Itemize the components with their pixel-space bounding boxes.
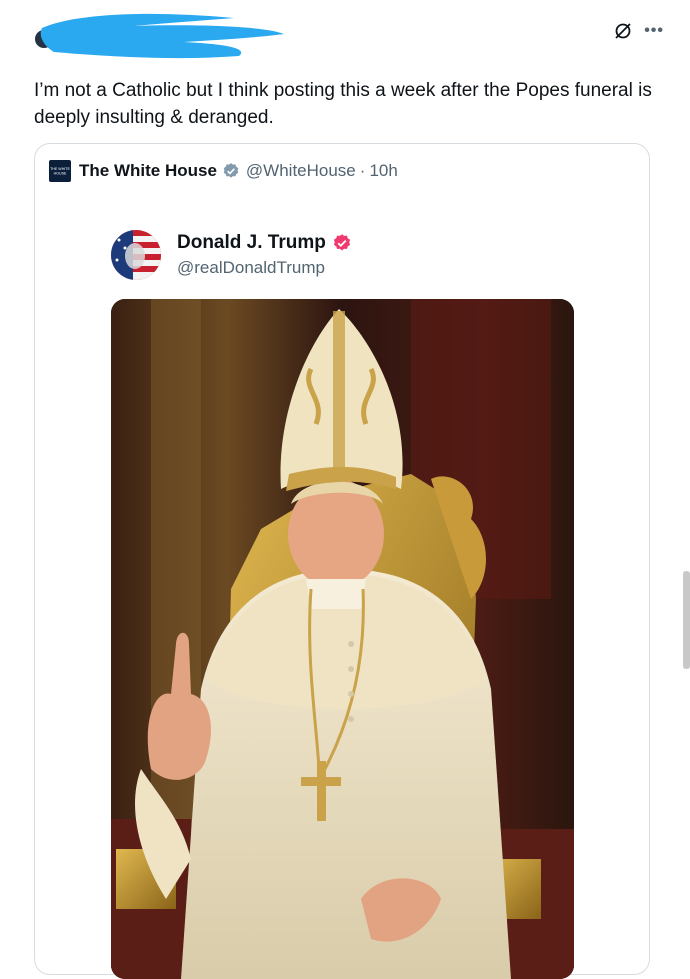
- embedded-author-row: Donald J. Trump @realDonaldTrump: [111, 230, 352, 280]
- tweet-actions: •••: [614, 22, 664, 40]
- quoted-author-name[interactable]: The White House: [79, 161, 217, 181]
- more-horizontal-icon[interactable]: •••: [644, 23, 664, 39]
- verified-badge-pink-icon: [332, 233, 352, 253]
- quoted-post-card[interactable]: THE WHITE HOUSE The White House @WhiteHo…: [34, 143, 650, 979]
- avatar[interactable]: [111, 230, 161, 280]
- quoted-author-handle[interactable]: @WhiteHouse: [246, 161, 356, 181]
- tweet-text: I’m not a Catholic but I think posting t…: [34, 80, 652, 128]
- author-handle[interactable]: @realDonaldTrump: [177, 258, 352, 278]
- white-house-logo-text: THE WHITE HOUSE: [50, 166, 70, 176]
- scrollbar[interactable]: [683, 571, 690, 669]
- quoted-post-header: THE WHITE HOUSE The White House @WhiteHo…: [49, 158, 398, 184]
- white-house-logo[interactable]: THE WHITE HOUSE: [49, 160, 71, 182]
- author-name[interactable]: Donald J. Trump: [177, 232, 326, 254]
- redacted-username: [34, 6, 289, 62]
- verified-badge-gray-icon: [222, 162, 240, 180]
- grok-icon[interactable]: [614, 22, 632, 40]
- quoted-post-time[interactable]: 10h: [369, 161, 397, 181]
- separator-dot: ·: [359, 161, 366, 180]
- post-image[interactable]: [111, 299, 574, 979]
